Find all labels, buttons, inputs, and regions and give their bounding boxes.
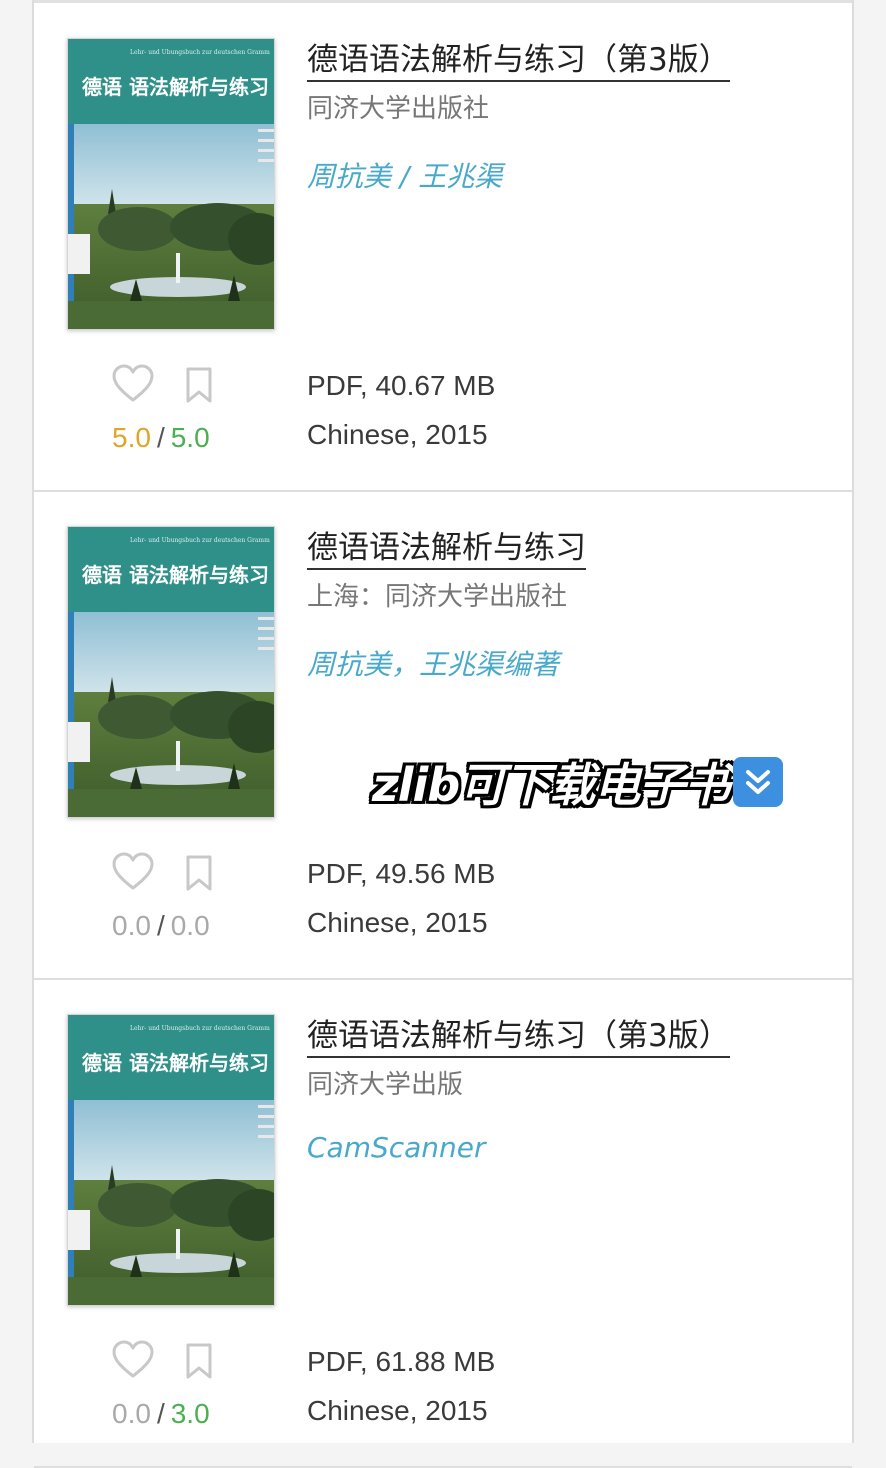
book-language-year: Chinese, 2015 xyxy=(307,419,488,450)
cover-title: 德语 语法解析与练习 xyxy=(82,75,269,99)
book-format-size: PDF, 61.88 MB xyxy=(307,1346,496,1377)
rating-quality: 3.0 xyxy=(170,1398,210,1429)
book-format-size: PDF, 40.67 MB xyxy=(307,370,496,401)
book-publisher: 上海：同济大学出版社 xyxy=(307,582,568,612)
book-info: 德语语法解析与练习（第3版） 同济大学出版社 周抗美 / 王兆渠 xyxy=(307,40,827,195)
promo-overlay: zlib可下载电子书 xyxy=(372,752,784,812)
book-cover[interactable]: 德语 语法解析与练习 Lehr- und Übungsbuch zur deut… xyxy=(67,526,275,818)
book-author-link[interactable]: CamScanner xyxy=(307,1131,827,1164)
rating-separator: / xyxy=(156,1398,165,1429)
book-item[interactable]: 德语 语法解析与练习 Lehr- und Übungsbuch zur deut… xyxy=(34,4,852,492)
book-language-year: Chinese, 2015 xyxy=(307,907,488,938)
book-item[interactable]: 德语 语法解析与练习 Lehr- und Übungsbuch zur deut… xyxy=(34,492,852,980)
cover-title: 德语 语法解析与练习 xyxy=(82,1051,269,1075)
book-author-link[interactable]: 周抗美 / 王兆渠 xyxy=(307,155,827,195)
book-actions xyxy=(112,852,252,896)
bookmark-icon[interactable] xyxy=(184,1342,214,1380)
heart-icon[interactable] xyxy=(112,1340,154,1380)
rating-interest: 0.0 xyxy=(112,910,151,941)
book-info: 德语语法解析与练习（第3版） 同济大学出版 CamScanner xyxy=(307,1016,827,1164)
rating-quality: 0.0 xyxy=(170,910,210,941)
rating-interest: 0.0 xyxy=(112,1398,151,1429)
bookmark-icon[interactable] xyxy=(184,366,214,404)
rating-separator: / xyxy=(156,422,165,453)
book-author-link[interactable]: 周抗美，王兆渠编著 xyxy=(307,643,827,683)
book-publisher: 同济大学出版 xyxy=(307,1070,464,1100)
rating-separator: / xyxy=(156,910,165,941)
book-publisher: 同济大学出版社 xyxy=(307,94,490,124)
list-top-border xyxy=(34,0,852,3)
cover-subtitle: Lehr- und Übungsbuch zur deutschen Gramm… xyxy=(130,1025,270,1032)
book-rating: 0.0/0.0 xyxy=(112,910,210,942)
book-results-list: 德语 语法解析与练习 Lehr- und Übungsbuch zur deut… xyxy=(32,0,854,1468)
book-language-year: Chinese, 2015 xyxy=(307,1395,488,1426)
book-cover[interactable]: 德语 语法解析与练习 Lehr- und Übungsbuch zur deut… xyxy=(67,1014,275,1306)
promo-overlay-text: zlib可下载电子书 xyxy=(372,758,730,812)
book-title-link[interactable]: 德语语法解析与练习（第3版） xyxy=(307,40,730,82)
heart-icon[interactable] xyxy=(112,364,154,404)
double-down-arrow-icon xyxy=(733,757,784,807)
book-actions xyxy=(112,364,252,408)
bookmark-icon[interactable] xyxy=(184,854,214,892)
book-title-link[interactable]: 德语语法解析与练习（第3版） xyxy=(307,1016,730,1058)
book-actions xyxy=(112,1340,252,1384)
book-format-size: PDF, 49.56 MB xyxy=(307,858,496,889)
book-rating: 5.0/5.0 xyxy=(112,422,210,454)
book-item[interactable]: 德语 语法解析与练习 Lehr- und Übungsbuch zur deut… xyxy=(34,980,852,1468)
book-cover[interactable]: 德语 语法解析与练习 Lehr- und Übungsbuch zur deut… xyxy=(67,38,275,330)
cover-subtitle: Lehr- und Übungsbuch zur deutschen Gramm… xyxy=(130,49,270,56)
book-rating: 0.0/3.0 xyxy=(112,1398,210,1430)
cover-title: 德语 语法解析与练习 xyxy=(82,563,269,587)
heart-icon[interactable] xyxy=(112,852,154,892)
book-title-link[interactable]: 德语语法解析与练习 xyxy=(307,528,586,570)
rating-interest: 5.0 xyxy=(112,422,151,453)
book-info: 德语语法解析与练习 上海：同济大学出版社 周抗美，王兆渠编著 xyxy=(307,528,827,683)
cover-subtitle: Lehr- und Übungsbuch zur deutschen Gramm… xyxy=(130,537,270,544)
rating-quality: 5.0 xyxy=(170,422,210,453)
